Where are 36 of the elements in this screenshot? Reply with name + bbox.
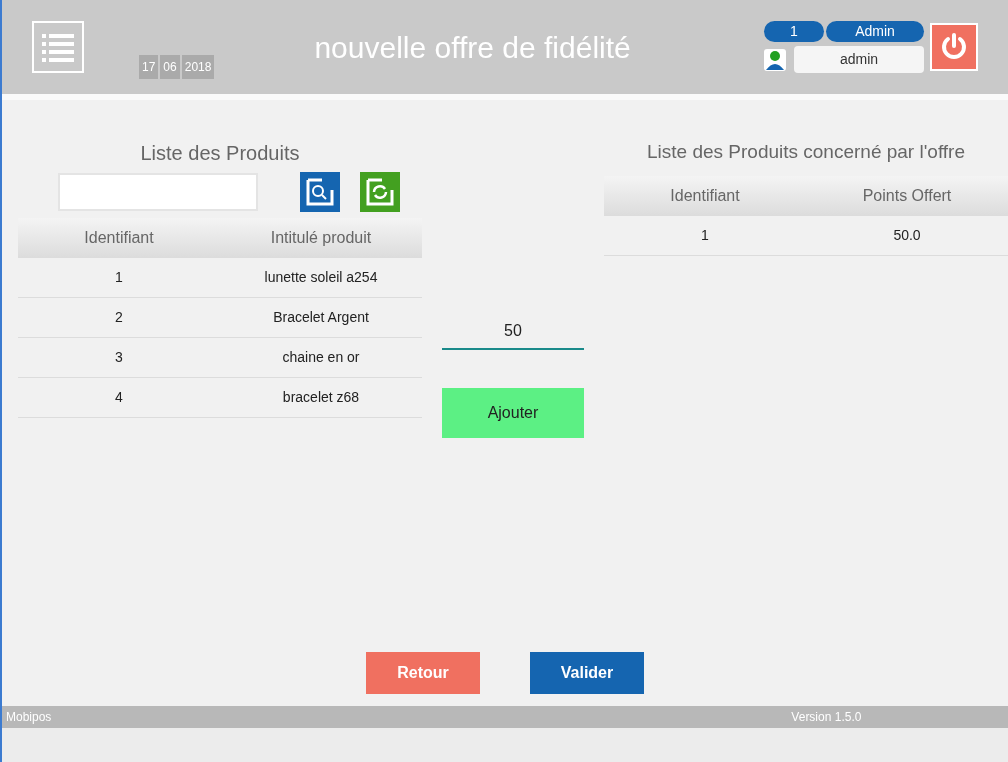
app-name: Mobipos [6, 709, 52, 726]
column-header: Identifiant [669, 186, 741, 206]
table-cell-text: chaine en or [281, 348, 361, 367]
submit-button[interactable]: Valider [530, 652, 644, 694]
table-cell-text: 3 [114, 348, 124, 367]
table-cell-text: 1 [700, 226, 710, 245]
section-title: Liste des Produits [139, 141, 301, 166]
refresh-icon [365, 177, 395, 207]
date-segment: 17 [139, 55, 159, 79]
search-field[interactable] [58, 173, 258, 211]
add-button[interactable]: Ajouter [442, 388, 584, 438]
power-button[interactable] [930, 23, 978, 71]
table-cell-text: lunette soleil a254 [263, 268, 379, 287]
search-icon [305, 177, 335, 207]
table-cell-text: 1 [114, 268, 124, 287]
column-header: Points Offert [861, 186, 953, 206]
user-count: 1 [764, 21, 824, 42]
column-header: Intitulé produit [269, 228, 373, 248]
version-label: Version 1.5.0 [791, 709, 862, 726]
role-label: Admin [826, 21, 924, 42]
section-title: Liste des Produits concerné par l'offre [646, 140, 966, 164]
date-segment: 2018 [181, 55, 215, 79]
menu-icon[interactable] [32, 21, 84, 73]
date-segment: 06 [160, 55, 180, 79]
table-cell-text: 2 [114, 308, 124, 327]
table-cell-text: 50.0 [892, 226, 922, 245]
points-field[interactable]: 50 [442, 314, 584, 350]
user-icon [764, 48, 786, 71]
power-icon [939, 32, 969, 62]
search-button[interactable] [300, 172, 340, 212]
table-cell-text: 4 [114, 388, 124, 407]
table-cell-text: Bracelet Argent [272, 308, 370, 327]
column-header: Identifiant [83, 228, 155, 248]
refresh-button[interactable] [360, 172, 400, 212]
table-cell-text: bracelet z68 [281, 388, 361, 407]
username-field: admin [794, 46, 924, 73]
